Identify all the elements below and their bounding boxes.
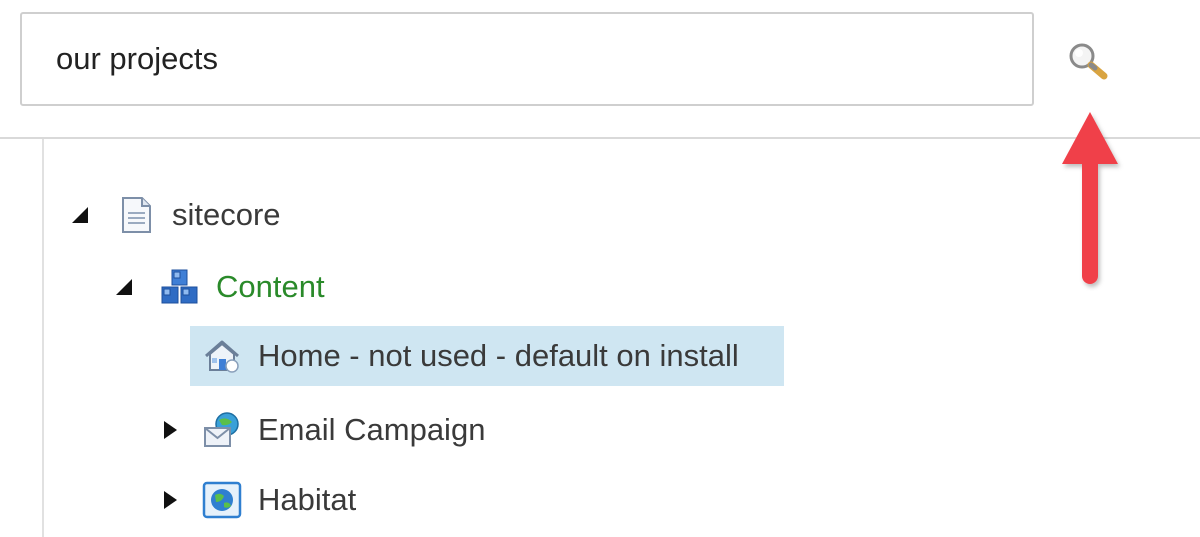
tree-node-habitat[interactable]: Habitat [164,470,357,530]
tree-left-border [42,139,44,537]
tree-node-home[interactable]: Home - not used - default on install [190,326,784,386]
tree-node-label: Habitat [258,482,357,517]
tree-node-email-campaign[interactable]: Email Campaign [164,400,486,460]
tree-node-content[interactable]: Content [116,257,325,317]
tree-node-label: Home - not used - default on install [258,338,739,373]
email-campaign-icon [204,412,239,447]
expanded-toggle-icon[interactable] [68,203,92,227]
globe-icon [202,481,242,519]
arrow-up-icon [1062,112,1118,284]
search-input[interactable] [20,12,1034,106]
collapsed-toggle-icon[interactable] [158,488,182,512]
cubes-icon [161,269,198,304]
tree-node-label: Email Campaign [258,412,486,447]
expanded-toggle-icon[interactable] [112,275,136,299]
search-button[interactable] [1064,38,1118,86]
content-tree-panel: sitecore Content Home - not used [0,0,1200,537]
tree-node-label: sitecore [172,197,281,232]
document-icon [122,197,151,233]
collapsed-toggle-icon[interactable] [158,418,182,442]
header-divider [0,137,1200,139]
home-icon [205,340,239,373]
tree-node-label: Content [216,269,325,304]
tree-node-sitecore[interactable]: sitecore [72,185,281,245]
magnifier-icon [1069,43,1108,80]
